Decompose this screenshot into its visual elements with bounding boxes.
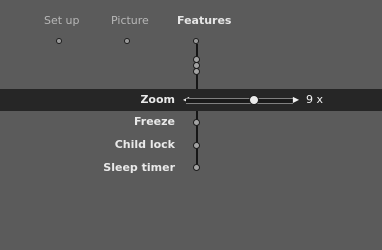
tv-menu-screen: Set up Picture Features Zoom ◀ ▶ 9 x Fre… bbox=[0, 0, 382, 250]
zoom-label: Zoom bbox=[140, 93, 175, 106]
menu-item-zoom[interactable]: Zoom ◀ ▶ 9 x bbox=[0, 89, 382, 111]
sleep-timer-label: Sleep timer bbox=[103, 161, 175, 174]
tab-picture[interactable]: Picture bbox=[111, 14, 149, 27]
menu-item-freeze[interactable]: Freeze bbox=[0, 111, 382, 133]
picture-tab-node-icon bbox=[124, 38, 130, 44]
setup-tab-node-icon bbox=[56, 38, 62, 44]
features-branch-node-icon bbox=[193, 68, 200, 75]
menu-item-sleep-timer[interactable]: Sleep timer bbox=[0, 157, 382, 179]
child-lock-node-icon bbox=[193, 142, 200, 149]
slider-right-arrow-icon[interactable]: ▶ bbox=[293, 95, 299, 105]
freeze-label: Freeze bbox=[133, 115, 175, 128]
zoom-slider-track bbox=[186, 98, 293, 104]
freeze-node-icon bbox=[193, 119, 200, 126]
sleep-timer-node-icon bbox=[193, 164, 200, 171]
zoom-value: 9 x bbox=[306, 93, 324, 106]
zoom-slider[interactable]: ◀ ▶ bbox=[183, 95, 299, 105]
tab-features[interactable]: Features bbox=[177, 14, 231, 27]
child-lock-label: Child lock bbox=[114, 138, 175, 151]
tab-setup[interactable]: Set up bbox=[44, 14, 80, 27]
menu-item-child-lock[interactable]: Child lock bbox=[0, 134, 382, 156]
